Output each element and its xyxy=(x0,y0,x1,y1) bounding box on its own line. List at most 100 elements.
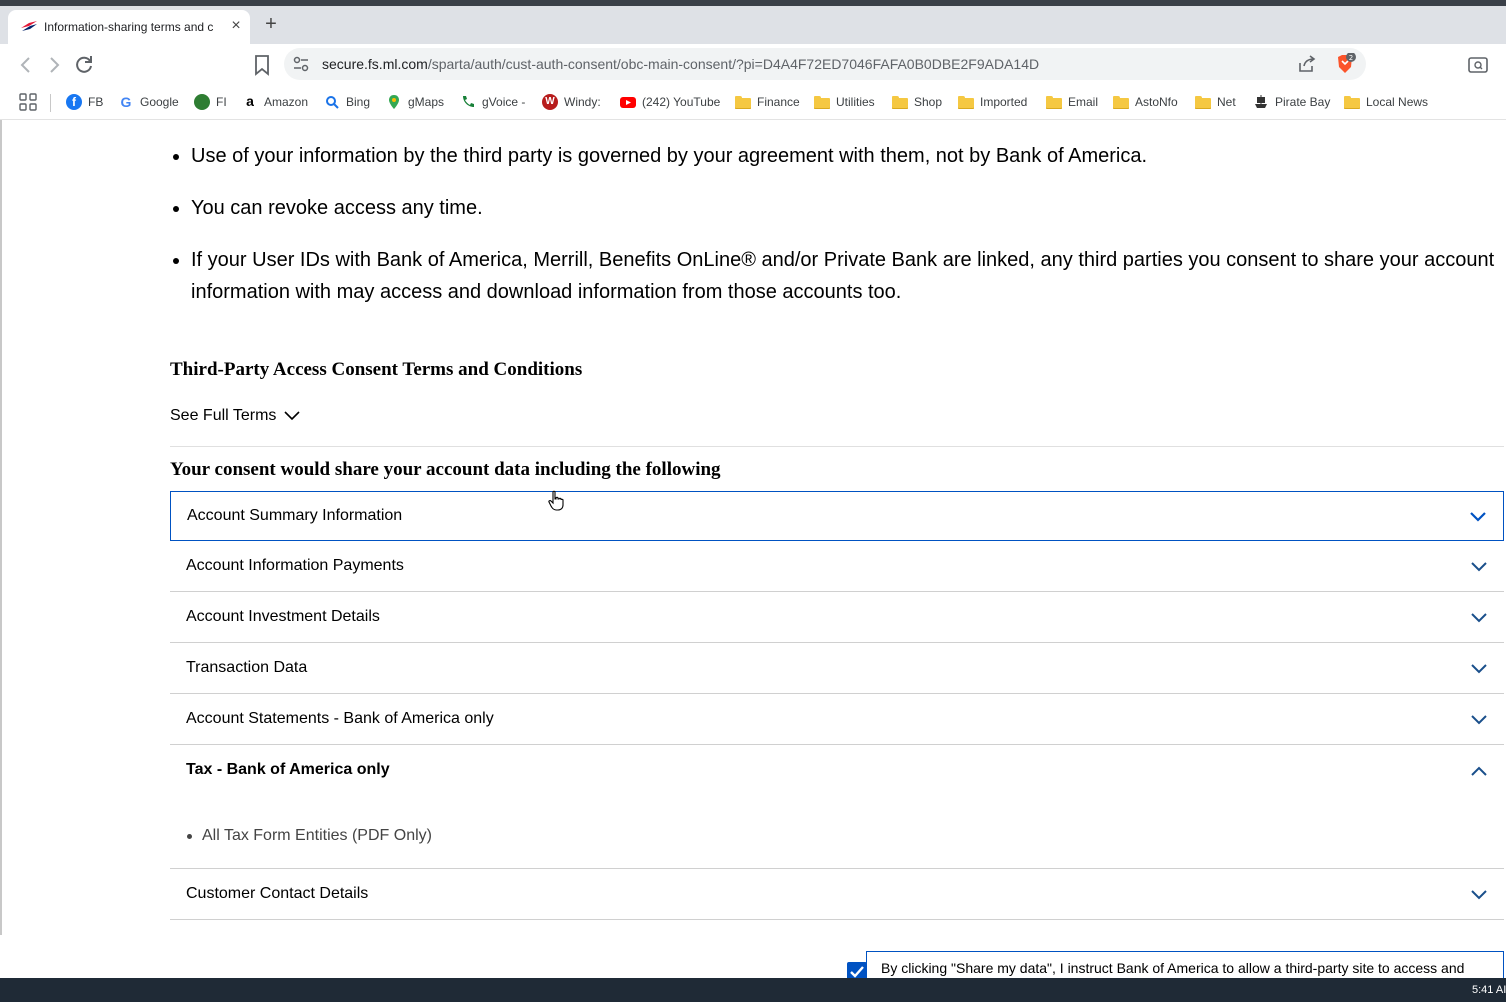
apps-grid-icon[interactable] xyxy=(18,92,38,112)
maps-pin-icon xyxy=(389,95,399,109)
folder-icon xyxy=(1113,95,1129,109)
bookmarks-separator xyxy=(50,94,51,112)
fi-icon xyxy=(194,94,210,110)
bookmark-label: FB xyxy=(88,95,104,109)
back-arrow-icon[interactable] xyxy=(14,53,38,77)
chevron-down-icon xyxy=(284,411,300,421)
chevron-down-icon xyxy=(1470,512,1486,522)
amazon-icon: a xyxy=(246,93,254,109)
chevron-down-icon xyxy=(1471,715,1487,725)
see-full-terms-label: See Full Terms xyxy=(170,407,277,424)
see-full-terms-toggle[interactable]: See Full Terms xyxy=(170,407,300,425)
info-bullet: You can revoke access any time. xyxy=(170,192,1500,224)
accordion-label: Account Summary Information xyxy=(187,507,403,524)
accordion-label: Tax - Bank of America only xyxy=(186,761,390,778)
section-divider xyxy=(170,446,1504,447)
site-settings-icon[interactable] xyxy=(292,55,310,73)
accordion-tax[interactable]: Tax - Bank of America only All Tax Form … xyxy=(170,745,1504,869)
page-content: Use of your information by the third par… xyxy=(0,120,1506,978)
folder-icon xyxy=(814,95,830,109)
consent-heading: Your consent would share your account da… xyxy=(170,459,721,480)
bookmark-amazon[interactable]: a Amazon xyxy=(242,92,308,112)
bookmark-gmaps[interactable]: gMaps xyxy=(386,92,444,112)
bookmark-folder-email[interactable]: Email xyxy=(1046,92,1098,112)
bookmark-label: (242) YouTube xyxy=(642,95,721,109)
chevron-down-icon xyxy=(1471,890,1487,900)
chevron-down-icon xyxy=(1471,613,1487,623)
bookmark-folder-imported[interactable]: Imported xyxy=(958,92,1027,112)
chevron-up-icon xyxy=(1471,766,1487,776)
bookmarks-bar: f FB G Google FI a Amazon Bing gMaps gVo… xyxy=(0,86,1506,120)
info-bullet-list: Use of your information by the third par… xyxy=(170,140,1500,328)
bookmark-label: AstoNfo xyxy=(1135,95,1178,109)
folder-icon xyxy=(958,95,974,109)
google-icon: G xyxy=(120,94,132,110)
folder-icon xyxy=(1046,95,1062,109)
accordion-investment-details[interactable]: Account Investment Details xyxy=(170,592,1504,643)
browser-toolbar: secure.fs.ml.com/sparta/auth/cust-auth-c… xyxy=(0,44,1506,86)
url-host: secure.fs.ml.com xyxy=(322,56,428,72)
bookmark-folder-utilities[interactable]: Utilities xyxy=(814,92,875,112)
folder-icon xyxy=(735,95,751,109)
bookmark-folder-astonfo[interactable]: AstoNfo xyxy=(1113,92,1178,112)
accordion-customer-contact[interactable]: Customer Contact Details xyxy=(170,869,1504,920)
consent-checkbox[interactable] xyxy=(847,962,867,978)
accordion-label: Account Information Payments xyxy=(186,557,404,574)
accordion-account-summary[interactable]: Account Summary Information xyxy=(170,491,1504,541)
bookmark-gvoice[interactable]: gVoice - xyxy=(460,92,525,112)
address-bar[interactable]: secure.fs.ml.com/sparta/auth/cust-auth-c… xyxy=(284,48,1366,80)
bookmark-youtube[interactable]: (242) YouTube xyxy=(620,92,720,112)
url-text[interactable]: secure.fs.ml.com/sparta/auth/cust-auth-c… xyxy=(322,56,1039,72)
bookmark-folder-finance[interactable]: Finance xyxy=(735,92,800,112)
side-panel-icon[interactable] xyxy=(1467,54,1489,76)
windy-icon: W xyxy=(542,94,558,110)
bookmark-label: Email xyxy=(1068,95,1099,109)
facebook-icon: f xyxy=(66,94,82,110)
bookmark-label: Net xyxy=(1217,95,1236,109)
bookmark-bing[interactable]: Bing xyxy=(324,92,370,112)
consent-statement-text: By clicking "Share my data", I instruct … xyxy=(881,960,1465,976)
forward-arrow-icon[interactable] xyxy=(42,53,66,77)
folder-icon xyxy=(1195,95,1211,109)
bookmark-icon[interactable] xyxy=(252,54,272,76)
accordion-label: Account Statements - Bank of America onl… xyxy=(186,710,494,727)
brave-shields-icon[interactable]: 2 xyxy=(1334,53,1356,75)
bookmark-label: FI xyxy=(216,95,227,109)
accordion-transaction-data[interactable]: Transaction Data xyxy=(170,643,1504,694)
bookmark-label: Local News xyxy=(1366,95,1429,109)
bookmark-folder-shop[interactable]: Shop xyxy=(892,92,942,112)
bookmark-fb[interactable]: f FB xyxy=(66,92,103,112)
bookmark-folder-net[interactable]: Net xyxy=(1195,92,1236,112)
bookmark-label: Finance xyxy=(757,95,800,109)
accordion-account-statements[interactable]: Account Statements - Bank of America onl… xyxy=(170,694,1504,745)
bookmark-folder-local-news[interactable]: Local News xyxy=(1344,92,1428,112)
new-tab-button[interactable]: + xyxy=(260,14,282,36)
bookmark-label: Bing xyxy=(346,95,371,109)
brave-badge-count: 2 xyxy=(1349,54,1353,62)
bookmark-label: Windy: xyxy=(564,95,601,109)
accordion-label: Account Investment Details xyxy=(186,608,380,625)
share-icon[interactable] xyxy=(1298,55,1316,73)
bookmark-label: Pirate Bay xyxy=(1275,95,1331,109)
accordion-account-payments[interactable]: Account Information Payments xyxy=(170,541,1504,592)
bookmark-label: Imported xyxy=(980,95,1028,109)
bookmark-windy[interactable]: W Windy: xyxy=(542,92,601,112)
url-path: /sparta/auth/cust-auth-consent/obc-main-… xyxy=(427,56,1040,72)
tax-list-item: All Tax Form Entities (PDF Only) xyxy=(186,827,432,845)
folder-icon xyxy=(1344,95,1360,109)
bookmark-fi[interactable]: FI xyxy=(194,92,227,112)
taskbar-clock: 5:41 AI xyxy=(1472,984,1506,996)
consent-statement-box: By clicking "Share my data", I instruct … xyxy=(866,951,1504,978)
youtube-icon xyxy=(620,97,636,108)
close-tab-icon[interactable]: × xyxy=(226,16,246,36)
os-taskbar: 5:41 AI xyxy=(0,978,1506,1002)
tab-title: Information-sharing terms and c xyxy=(44,20,214,34)
chevron-down-icon xyxy=(1471,664,1487,674)
phone-icon xyxy=(463,96,474,107)
bookmark-label: Shop xyxy=(914,95,943,109)
folder-icon xyxy=(892,95,908,109)
reload-icon[interactable] xyxy=(72,53,96,77)
bookmark-google[interactable]: G Google xyxy=(118,92,179,112)
browser-tab-active[interactable]: Information-sharing terms and c × xyxy=(8,10,250,44)
bookmark-pirate-bay[interactable]: Pirate Bay xyxy=(1253,92,1330,112)
